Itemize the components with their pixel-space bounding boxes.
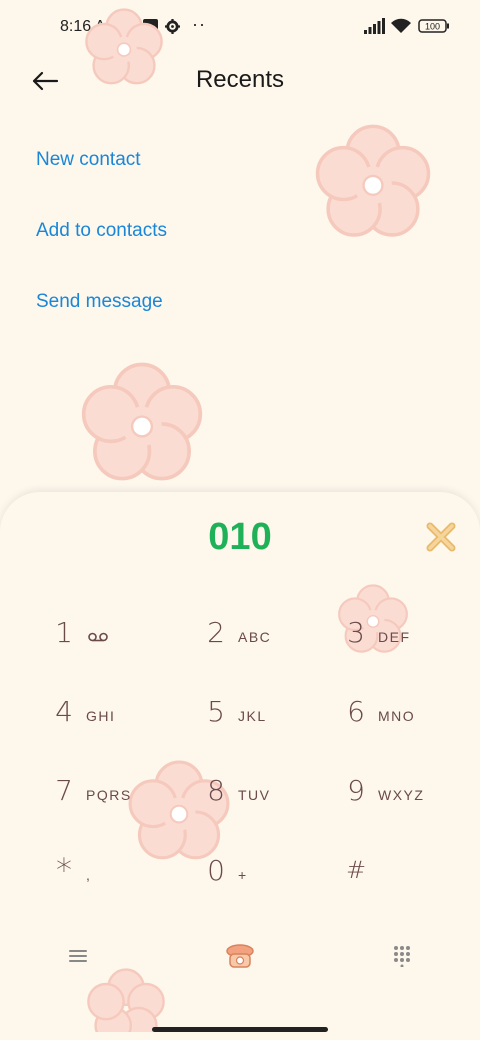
key-letters: ABC (238, 629, 272, 645)
key-digit: 6 (347, 694, 365, 728)
key-letters: TUV (238, 787, 271, 803)
add-to-contacts-link[interactable]: Add to contacts (36, 220, 167, 242)
key-6[interactable]: 6 MNO (342, 681, 480, 741)
key-0[interactable]: 0 + (202, 840, 342, 900)
key-digit: 9 (347, 773, 365, 807)
menu-icon (69, 950, 87, 962)
key-digit: 1 (55, 615, 73, 649)
phone-handset-icon (226, 944, 254, 968)
battery-icon: 100 (418, 18, 450, 34)
settings-gear-icon (165, 18, 180, 34)
home-indicator[interactable] (152, 1027, 328, 1032)
key-digit: # (345, 856, 367, 884)
dialpad-grid-icon (394, 946, 410, 967)
entered-number-display[interactable]: 010 (0, 516, 480, 559)
key-hash[interactable]: # (342, 840, 480, 900)
key-digit: 4 (55, 694, 73, 728)
key-letters: , (86, 867, 92, 883)
status-bar: 8:16 AM ·· 100 (0, 0, 480, 56)
key-digit: * (56, 851, 72, 889)
key-digit: 7 (55, 773, 73, 807)
key-digit: 3 (347, 615, 365, 649)
key-letters: GHI (86, 708, 116, 724)
key-star[interactable]: * , (50, 840, 190, 900)
key-letters: MNO (378, 708, 416, 724)
page-title: Recents (195, 66, 285, 93)
key-7[interactable]: 7 PQRS (50, 760, 190, 820)
key-5[interactable]: 5 JKL (202, 681, 342, 741)
flower-decoration-icon (87, 968, 165, 1032)
wifi-icon (390, 18, 412, 34)
key-digit: 8 (207, 773, 225, 807)
key-1[interactable]: 1 (50, 602, 190, 662)
signal-icon (364, 18, 386, 34)
more-notifications-dots: ·· (192, 14, 206, 34)
key-letters: DEF (378, 629, 411, 645)
flower-decoration-icon (81, 362, 203, 481)
dialpad-toggle-button[interactable] (382, 938, 422, 974)
key-letters: PQRS (86, 787, 132, 803)
delete-button[interactable] (424, 520, 458, 554)
send-message-link[interactable]: Send message (36, 291, 163, 313)
key-4[interactable]: 4 GHI (50, 681, 190, 741)
flower-decoration-icon (315, 124, 431, 237)
battery-level: 100 (425, 22, 440, 32)
new-contact-link[interactable]: New contact (36, 149, 141, 171)
key-letters: JKL (238, 708, 267, 724)
key-9[interactable]: 9 WXYZ (342, 760, 480, 820)
key-digit: 0 (207, 853, 225, 887)
call-button[interactable] (220, 938, 260, 974)
key-digit: 5 (207, 694, 225, 728)
delete-x-icon (426, 522, 456, 552)
key-letters: WXYZ (378, 787, 425, 803)
key-8[interactable]: 8 TUV (202, 760, 342, 820)
key-digit: 2 (207, 615, 225, 649)
key-letters: + (238, 867, 248, 883)
menu-button[interactable] (58, 938, 98, 974)
key-3[interactable]: 3 DEF (342, 602, 480, 662)
key-2[interactable]: 2 ABC (202, 602, 342, 662)
voicemail-icon (88, 629, 108, 647)
